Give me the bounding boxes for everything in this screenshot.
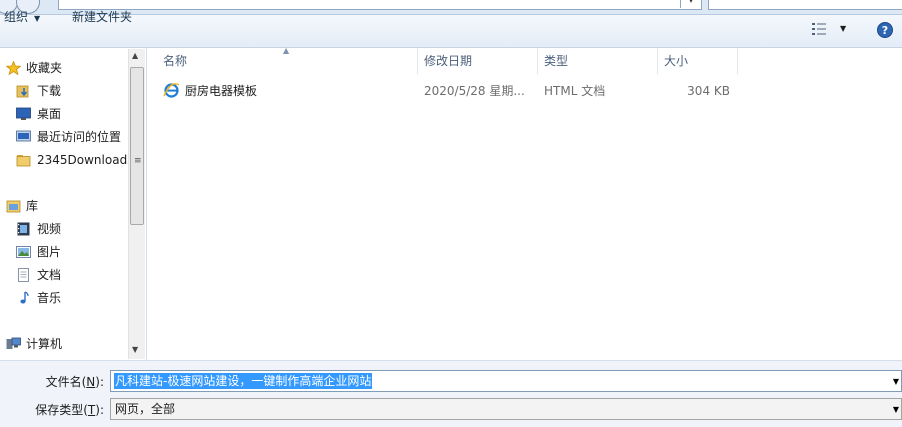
sidebar-item-label: 音乐 — [37, 291, 62, 305]
star-icon — [5, 60, 22, 76]
filename-value: 凡科建站-极速网站建设，一键制作高端企业网站 — [114, 373, 373, 389]
view-dropdown-icon[interactable]: ▼ — [840, 24, 846, 33]
folder-icon — [16, 153, 31, 167]
scroll-thumb[interactable]: ≡ — [130, 67, 144, 225]
sidebar-item-label: 最近访问的位置 — [37, 130, 122, 144]
sidebar-item-label: 文档 — [37, 268, 62, 282]
navigation-pane: 收藏夹下载桌面最近访问的位置 2345Downloads 库视频图片文档音乐计算机 — [0, 48, 147, 360]
computer-icon — [6, 337, 21, 351]
library-icon — [6, 199, 21, 213]
filetype-dropdown-icon[interactable]: ▼ — [893, 405, 899, 414]
sort-ascending-icon: ▲ — [283, 46, 290, 55]
filename-label: 文件名(N): — [45, 375, 104, 389]
scroll-up-icon[interactable]: ▲ — [132, 51, 138, 60]
filetype-select[interactable]: 网页，全部 ▼ — [110, 398, 902, 420]
sidebar-item[interactable]: 下载 — [0, 81, 128, 101]
file-list: 名称 ▲ 修改日期 类型 大小 厨房电器模板 2020/5/28 星期... H… — [147, 46, 902, 360]
sidebar-item[interactable]: 图片 — [0, 242, 128, 262]
ie-html-icon — [163, 83, 180, 98]
sidebar-item-label: 库 — [26, 199, 39, 213]
help-button[interactable]: ? — [877, 22, 893, 38]
sidebar-item[interactable]: 最近访问的位置 — [0, 127, 128, 147]
sidebar-item[interactable]: 桌面 — [0, 104, 128, 124]
filename-dropdown-icon[interactable]: ▼ — [893, 377, 899, 386]
sidebar-item[interactable]: 2345Downloads — [0, 150, 128, 170]
file-type: HTML 文档 — [544, 84, 606, 98]
file-name: 厨房电器模板 — [185, 84, 258, 98]
sidebar-item[interactable]: 收藏夹 — [0, 58, 128, 78]
filetype-label: 保存类型(T): — [35, 403, 104, 417]
desktop-icon — [16, 107, 31, 121]
nav-scrollbar[interactable]: ▲ ≡ ▼ — [128, 49, 145, 359]
file-date: 2020/5/28 星期... — [424, 84, 525, 98]
sidebar-item[interactable]: 库 — [0, 196, 128, 216]
sidebar-item-label: 收藏夹 — [26, 61, 63, 75]
column-header-type[interactable]: 类型 — [538, 48, 658, 74]
view-options-icon[interactable] — [812, 22, 828, 36]
sidebar-item-label: 桌面 — [37, 107, 62, 121]
column-header-size[interactable]: 大小 — [658, 48, 738, 74]
grip-icon: ≡ — [134, 156, 142, 166]
sidebar-item[interactable]: 计算机 — [0, 334, 128, 354]
new-folder-button[interactable]: 新建文件夹 — [72, 8, 132, 26]
address-field[interactable] — [58, 0, 702, 10]
sidebar-item-label: 计算机 — [26, 337, 63, 351]
sidebar-item-label: 图片 — [37, 245, 62, 259]
file-size: 304 KB — [687, 84, 730, 98]
pictures-library-icon — [16, 245, 31, 259]
sidebar-item-label: 下载 — [37, 84, 62, 98]
address-bar-strip: ▾ — [0, 0, 902, 15]
download-folder-icon — [16, 84, 31, 98]
organize-label: 组织 — [4, 10, 29, 24]
filetype-value: 网页，全部 — [115, 402, 176, 416]
chevron-down-icon: ▼ — [34, 14, 41, 23]
sidebar-item-label: 2345Downloads — [37, 153, 128, 167]
organize-button[interactable]: 组织 ▼ — [4, 8, 40, 26]
search-input[interactable] — [708, 0, 902, 10]
column-header-date[interactable]: 修改日期 — [418, 48, 538, 74]
filename-input[interactable]: 凡科建站-极速网站建设，一键制作高端企业网站 ▼ — [110, 370, 902, 392]
address-dropdown-icon[interactable]: ▾ — [680, 0, 701, 8]
documents-library-icon — [16, 268, 31, 282]
sidebar-item[interactable]: 文档 — [0, 265, 128, 285]
toolbar — [0, 15, 902, 48]
music-library-icon — [16, 291, 31, 305]
video-library-icon — [16, 222, 31, 236]
recent-places-icon — [16, 130, 31, 144]
sidebar-item[interactable]: 视频 — [0, 219, 128, 239]
sidebar-item[interactable]: 音乐 — [0, 288, 128, 308]
sidebar-item-label: 视频 — [37, 222, 62, 236]
scroll-down-icon[interactable]: ▼ — [132, 345, 138, 354]
